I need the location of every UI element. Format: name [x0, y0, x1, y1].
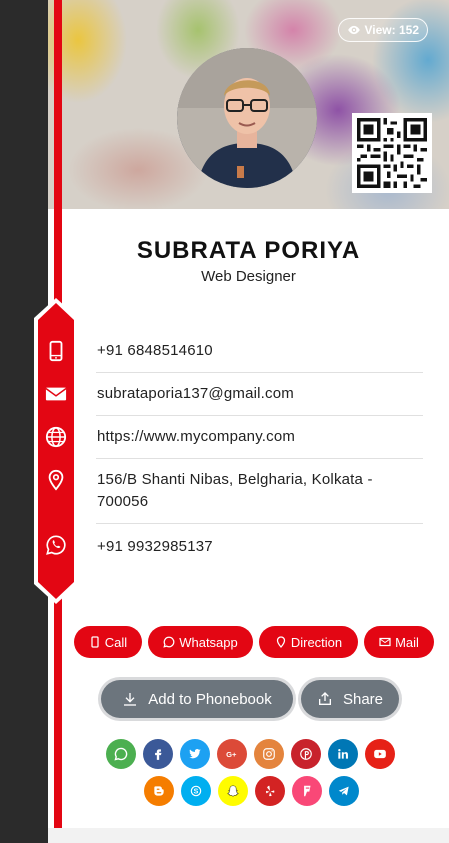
- instagram-icon[interactable]: [254, 739, 284, 769]
- website-url[interactable]: https://www.mycompany.com: [97, 428, 295, 445]
- view-counter-badge: View: 152: [337, 18, 428, 42]
- facebook-icon[interactable]: [143, 739, 173, 769]
- twitter-icon[interactable]: [180, 739, 210, 769]
- snapchat-icon[interactable]: [218, 776, 248, 806]
- primary-buttons: Add to Phonebook Share: [101, 680, 399, 718]
- call-button[interactable]: Call: [74, 626, 142, 658]
- share-button[interactable]: Share: [301, 680, 399, 718]
- yelp-icon[interactable]: [255, 776, 285, 806]
- cover-image: View: 152: [48, 0, 449, 209]
- location-pin-icon: [44, 468, 68, 492]
- whatsapp-row[interactable]: +91 9932985137: [96, 524, 423, 568]
- card-footer: [48, 828, 449, 843]
- telegram-icon[interactable]: [329, 776, 359, 806]
- quick-actions: Call Whatsapp Direction Mail: [74, 626, 434, 658]
- blogger-icon[interactable]: [144, 776, 174, 806]
- download-icon: [124, 693, 137, 706]
- add-to-phonebook-button[interactable]: Add to Phonebook: [101, 680, 293, 718]
- whatsapp-number[interactable]: +91 9932985137: [97, 538, 213, 555]
- mail-button[interactable]: Mail: [364, 626, 434, 658]
- direction-label: Direction: [290, 634, 343, 650]
- whatsapp-icon: [44, 533, 68, 557]
- location-pin-icon: [276, 636, 285, 648]
- profile-name: SUBRATA PORIYA: [136, 237, 361, 264]
- envelope-icon: [44, 382, 68, 406]
- email-address[interactable]: subrataporia137@gmail.com: [97, 385, 294, 402]
- foursquare-icon[interactable]: [292, 776, 322, 806]
- pinterest-icon[interactable]: [291, 739, 321, 769]
- phone-row[interactable]: +91 6848514610: [96, 329, 423, 373]
- eye-icon: [347, 25, 360, 35]
- direction-button[interactable]: Direction: [259, 626, 358, 658]
- contact-icon-ribbon: [32, 298, 80, 604]
- qr-code[interactable]: [352, 113, 432, 193]
- contact-info-list: +91 6848514610 subrataporia137@gmail.com…: [96, 329, 423, 568]
- address-text[interactable]: 156/B Shanti Nibas, Belgharia, Kolkata -…: [97, 471, 373, 510]
- phone-number[interactable]: +91 6848514610: [97, 342, 213, 359]
- globe-icon: [44, 425, 68, 449]
- avatar: [177, 48, 317, 188]
- svg-text:G+: G+: [226, 750, 237, 759]
- share-icon: [318, 692, 331, 705]
- address-row[interactable]: 156/B Shanti Nibas, Belgharia, Kolkata -…: [96, 459, 423, 524]
- svg-text:S: S: [194, 789, 199, 796]
- phone-icon: [44, 339, 68, 363]
- phone-icon: [91, 636, 99, 648]
- add-to-phonebook-label: Add to Phonebook: [148, 690, 272, 708]
- whatsapp-icon: [163, 636, 175, 648]
- skype-icon[interactable]: S: [181, 776, 211, 806]
- share-label: Share: [342, 690, 384, 708]
- envelope-icon: [379, 637, 391, 647]
- email-row[interactable]: subrataporia137@gmail.com: [96, 373, 423, 416]
- profile-title: Web Designer: [201, 268, 296, 285]
- linkedin-icon[interactable]: [328, 739, 358, 769]
- google-plus-icon[interactable]: G+: [217, 739, 247, 769]
- view-count: View: 152: [364, 23, 419, 37]
- website-row[interactable]: https://www.mycompany.com: [96, 416, 423, 459]
- whatsapp-icon[interactable]: [106, 739, 136, 769]
- mail-label: Mail: [395, 634, 419, 650]
- call-label: Call: [104, 634, 128, 650]
- whatsapp-label: Whatsapp: [179, 634, 238, 650]
- whatsapp-button[interactable]: Whatsapp: [148, 626, 253, 658]
- youtube-icon[interactable]: [365, 739, 395, 769]
